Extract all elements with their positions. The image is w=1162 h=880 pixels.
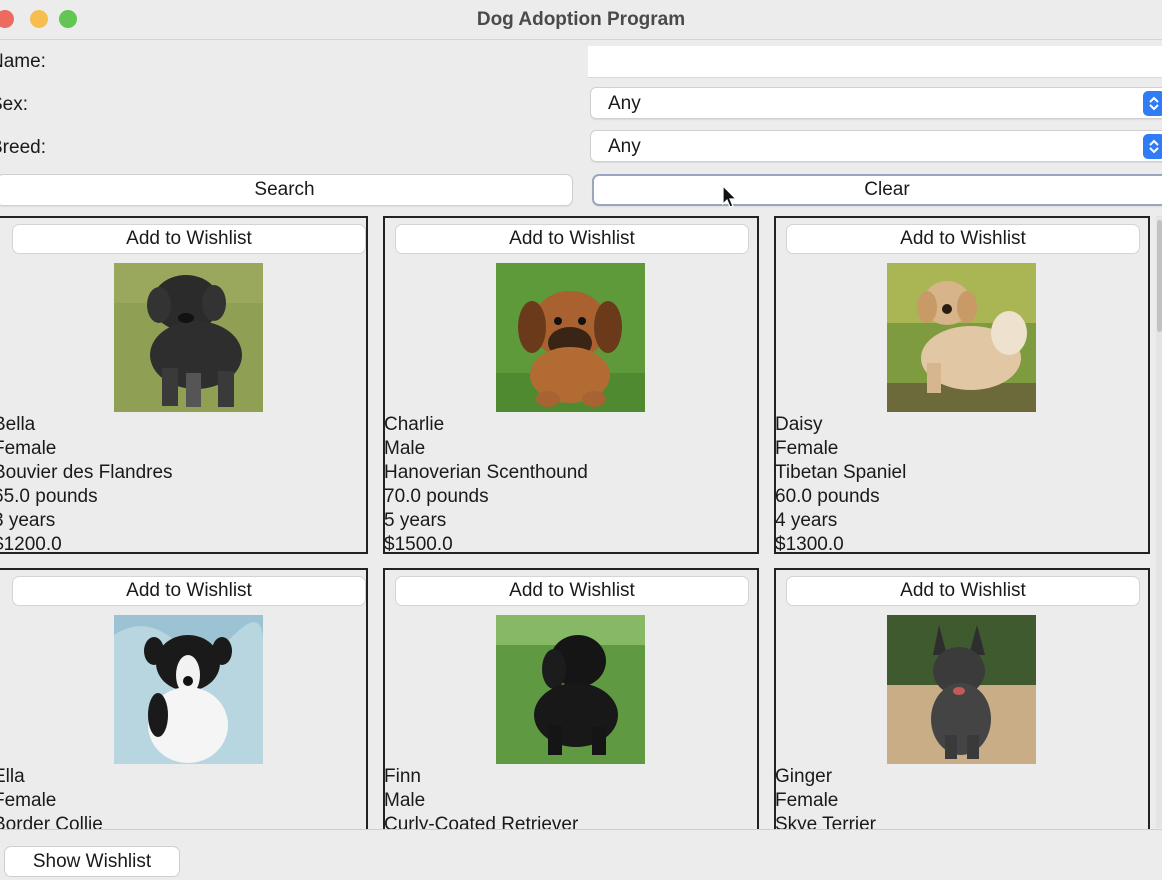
dog-card: Add to Wishlist Daisy Female Tibetan Spa… [774, 216, 1150, 557]
breed-select[interactable]: Any [590, 130, 1162, 162]
dog-photo [114, 615, 263, 764]
add-to-wishlist-button[interactable]: Add to Wishlist [12, 576, 366, 606]
dog-age: 4 years [775, 510, 838, 531]
sex-label: Sex: [0, 94, 29, 115]
sex-select-value: Any [608, 93, 641, 114]
dog-breed: Hanoverian Scenthound [384, 462, 588, 483]
dog-info: Daisy Female Tibetan Spaniel 60.0 pounds… [775, 413, 906, 557]
dog-weight: 65.0 pounds [0, 486, 98, 507]
dog-info: Ella Female Border Collie [0, 765, 103, 829]
dog-price: $1200.0 [0, 534, 62, 555]
dog-name: Daisy [775, 414, 823, 435]
dog-card: Add to Wishlist Ella Female Border Col [0, 568, 368, 829]
sex-select[interactable]: Any [590, 87, 1162, 119]
dog-info: Charlie Male Hanoverian Scenthound 70.0 … [384, 413, 588, 557]
dog-card: Add to Wishlist Bella Female [0, 216, 368, 557]
dog-info: Bella Female Bouvier des Flandres 65.0 p… [0, 413, 173, 557]
dog-age: 5 years [384, 510, 447, 531]
dog-age: 3 years [0, 510, 56, 531]
window-title: Dog Adoption Program [476, 9, 686, 30]
dog-price: $1500.0 [384, 534, 453, 555]
add-to-wishlist-button[interactable]: Add to Wishlist [395, 224, 749, 254]
dog-photo [887, 263, 1036, 412]
breed-select-value: Any [608, 136, 641, 157]
breed-label: Breed: [0, 137, 46, 158]
dog-breed: Skye Terrier [775, 814, 877, 829]
dog-photo [496, 263, 645, 412]
dog-photo [887, 615, 1036, 764]
dog-sex: Female [0, 438, 57, 459]
dog-weight: 70.0 pounds [384, 486, 489, 507]
dog-photo [114, 263, 263, 412]
dog-price: $1300.0 [775, 534, 844, 555]
dog-grid: Add to Wishlist Bella Female [0, 213, 1158, 829]
dog-sex: Female [775, 438, 839, 459]
title-bar: Dog Adoption Program [0, 0, 1162, 40]
dog-breed: Border Collie [0, 814, 103, 829]
dog-sex: Male [384, 790, 426, 811]
dog-name: Charlie [384, 414, 445, 435]
dog-breed: Tibetan Spaniel [775, 462, 907, 483]
add-to-wishlist-button[interactable]: Add to Wishlist [786, 224, 1140, 254]
dog-breed: Bouvier des Flandres [0, 462, 173, 483]
select-arrows-icon [1143, 91, 1162, 116]
search-button[interactable]: Search [0, 174, 573, 206]
dog-sex: Female [0, 790, 57, 811]
add-to-wishlist-button[interactable]: Add to Wishlist [786, 576, 1140, 606]
add-to-wishlist-button[interactable]: Add to Wishlist [12, 224, 366, 254]
select-arrows-icon [1143, 134, 1162, 159]
show-wishlist-button[interactable]: Show Wishlist [4, 846, 180, 877]
add-to-wishlist-button[interactable]: Add to Wishlist [395, 576, 749, 606]
dog-sex: Male [384, 438, 426, 459]
app-window: Dog Adoption Program Name: Sex: Any Bree… [0, 0, 1162, 880]
clear-button[interactable]: Clear [592, 174, 1162, 206]
dog-card: Add to Wishlist Finn Male Curly-Coated R… [383, 568, 759, 829]
dog-weight: 60.0 pounds [775, 486, 880, 507]
dog-card: Add to Wishlist Ginger Female Skye Terri… [774, 568, 1150, 829]
scrollbar-thumb[interactable] [1157, 220, 1162, 332]
dog-card: Add to Wishlist Charlie Male Hanoverian … [383, 216, 759, 557]
dog-name: Ginger [775, 766, 833, 787]
dog-info: Ginger Female Skye Terrier [775, 765, 876, 829]
dog-info: Finn Male Curly-Coated Retriever [384, 765, 578, 829]
bottom-bar: Show Wishlist [0, 829, 1162, 880]
mouse-cursor-icon [722, 185, 738, 208]
dog-photo [496, 615, 645, 764]
dog-name: Bella [0, 414, 36, 435]
dog-sex: Female [775, 790, 839, 811]
name-input[interactable] [588, 46, 1162, 78]
dog-name: Finn [384, 766, 421, 787]
dog-name: Ella [0, 766, 25, 787]
name-label: Name: [0, 51, 46, 72]
dog-breed: Curly-Coated Retriever [384, 814, 579, 829]
